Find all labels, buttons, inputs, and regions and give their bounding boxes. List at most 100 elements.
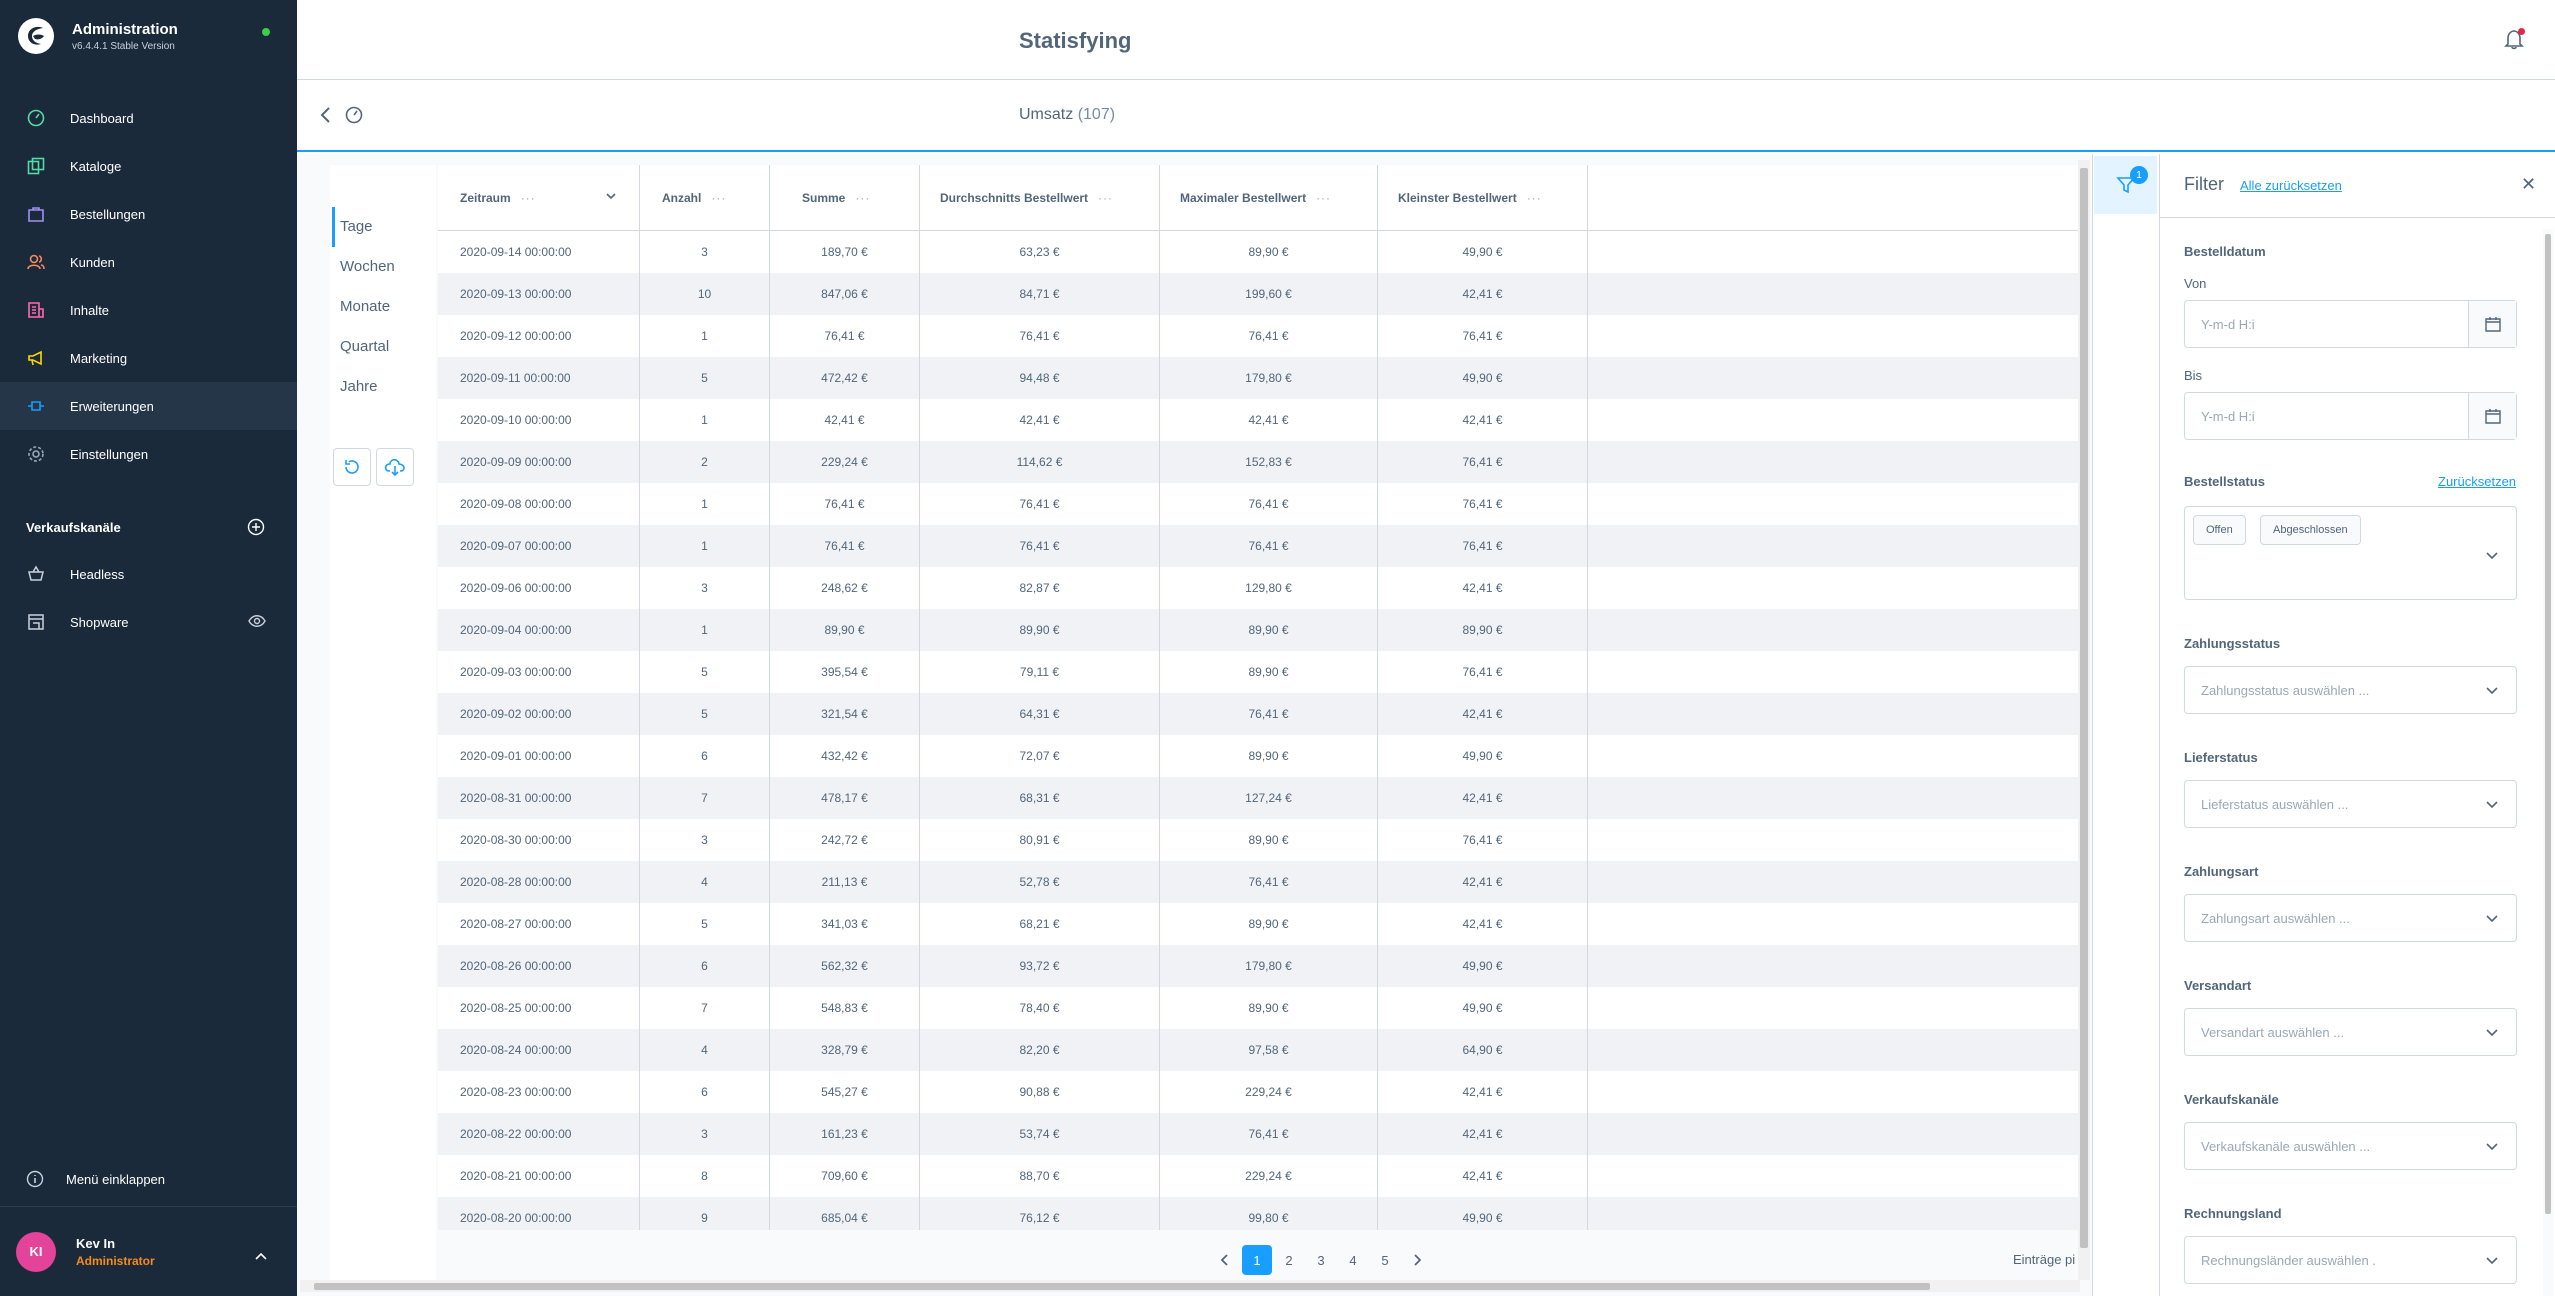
- order-status-reset-link[interactable]: Zurücksetzen: [2438, 474, 2516, 489]
- user-name: Kev In: [76, 1235, 116, 1251]
- table-cell: 432,42 €: [770, 735, 920, 777]
- table-row[interactable]: 2020-08-31 00:00:00 7 478,17 €68,31 €127,2…: [438, 777, 2078, 819]
- column-header-durchschnitt[interactable]: Durchschnitts Bestellwert ···: [920, 165, 1160, 231]
- table-row[interactable]: 2020-08-28 00:00:00 4 211,13 €52,78 €76,41…: [438, 861, 2078, 903]
- add-sales-channel-icon[interactable]: [247, 518, 265, 536]
- table-row[interactable]: 2020-09-11 00:00:00 5 472,42 €94,48 €179,8…: [438, 357, 2078, 399]
- table-row[interactable]: 2020-09-04 00:00:00 1 89,90 €89,90 €89,90 …: [438, 609, 2078, 651]
- table-cell: 161,23 €: [770, 1113, 920, 1155]
- status-chip-offen[interactable]: Offen: [2193, 515, 2246, 545]
- page-1[interactable]: 1: [1242, 1245, 1272, 1275]
- column-header-anzahl[interactable]: Anzahl ···: [640, 165, 770, 231]
- nav-item-erweiterungen[interactable]: Erweiterungen: [0, 382, 297, 430]
- table-row[interactable]: 2020-08-23 00:00:00 6 545,27 €90,88 €229,2…: [438, 1071, 2078, 1113]
- calendar-icon[interactable]: [2468, 393, 2516, 439]
- column-settings-icon[interactable]: ···: [855, 191, 870, 205]
- previous-page-icon[interactable]: [1210, 1245, 1240, 1275]
- download-button[interactable]: [376, 448, 414, 486]
- page-4[interactable]: 4: [1338, 1245, 1368, 1275]
- user-menu[interactable]: KI Kev In Administrator: [0, 1206, 297, 1296]
- filter-panel-scroll-thumb[interactable]: [2545, 234, 2551, 1214]
- order-status-multiselect[interactable]: Offen Abgeschlossen: [2184, 506, 2517, 600]
- sales-channels-select[interactable]: Verkaufskanäle auswählen ...: [2184, 1122, 2517, 1170]
- column-settings-icon[interactable]: ···: [1098, 191, 1113, 205]
- column-settings-icon[interactable]: ···: [521, 191, 536, 205]
- billing-country-select[interactable]: Rechnungsländer auswählen .: [2184, 1236, 2517, 1284]
- refresh-button[interactable]: [333, 448, 371, 486]
- nav-item-bestellungen[interactable]: Bestellungen: [0, 190, 297, 238]
- table-row[interactable]: 2020-08-26 00:00:00 6 562,32 €93,72 €179,8…: [438, 945, 2078, 987]
- column-header-summe[interactable]: Summe ···: [770, 165, 920, 231]
- shopware-logo-icon[interactable]: [18, 18, 54, 54]
- grid-vertical-scroll-thumb[interactable]: [2080, 168, 2088, 1248]
- table-row[interactable]: 2020-08-30 00:00:00 3 242,72 €80,91 €89,90…: [438, 819, 2078, 861]
- table-row[interactable]: 2020-09-13 00:00:00 10 847,06 €84,71 €199,…: [438, 273, 2078, 315]
- nav-item-dashboard[interactable]: Dashboard: [0, 94, 297, 142]
- next-page-icon[interactable]: [1402, 1245, 1432, 1275]
- sales-channel-shopware[interactable]: Shopware: [26, 610, 129, 634]
- page-3[interactable]: 3: [1306, 1245, 1336, 1275]
- filter-toggle-button[interactable]: [2094, 156, 2157, 214]
- nav-item-inhalte[interactable]: Inhalte: [0, 286, 297, 334]
- order-date-to-input[interactable]: Y-m-d H:i: [2184, 392, 2517, 440]
- nav-item-einstellungen[interactable]: Einstellungen: [0, 430, 297, 478]
- sort-chevron-icon[interactable]: [606, 193, 616, 200]
- column-settings-icon[interactable]: ···: [1316, 191, 1331, 205]
- back-arrow-icon[interactable]: [319, 106, 331, 129]
- table-row[interactable]: 2020-09-02 00:00:00 5 321,54 €64,31 €76,41…: [438, 693, 2078, 735]
- column-settings-icon[interactable]: ···: [711, 191, 726, 205]
- grid-horizontal-scroll-thumb[interactable]: [314, 1283, 1930, 1290]
- page-5[interactable]: 5: [1370, 1245, 1400, 1275]
- table-row[interactable]: 2020-09-03 00:00:00 5 395,54 €79,11 €89,90…: [438, 651, 2078, 693]
- calendar-icon[interactable]: [2468, 301, 2516, 347]
- range-quartal[interactable]: Quartal: [340, 338, 389, 355]
- chevron-up-icon[interactable]: [255, 1247, 267, 1265]
- column-header-maximal[interactable]: Maximaler Bestellwert ···: [1160, 165, 1378, 231]
- status-chip-abgeschlossen[interactable]: Abgeschlossen: [2260, 515, 2361, 545]
- table-row[interactable]: 2020-08-27 00:00:00 5 341,03 €68,21 €89,90…: [438, 903, 2078, 945]
- table-cell: 49,90 €: [1378, 987, 1588, 1029]
- page-2[interactable]: 2: [1274, 1245, 1304, 1275]
- column-header-zeitraum[interactable]: Zeitraum ···: [438, 165, 640, 231]
- table-row[interactable]: 2020-09-08 00:00:00 1 76,41 €76,41 €76,41 …: [438, 483, 2078, 525]
- table-row[interactable]: 2020-08-24 00:00:00 4 328,79 €82,20 €97,58…: [438, 1029, 2078, 1071]
- column-header-kleinster[interactable]: Kleinster Bestellwert ···: [1378, 165, 1588, 231]
- collapse-menu-button[interactable]: Menü einklappen: [26, 1170, 165, 1188]
- range-jahre[interactable]: Jahre: [340, 378, 378, 395]
- table-cell: 84,71 €: [920, 273, 1160, 315]
- nav-item-kunden[interactable]: Kunden: [0, 238, 297, 286]
- delivery-status-select[interactable]: Lieferstatus auswählen ...: [2184, 780, 2517, 828]
- table-row[interactable]: 2020-09-09 00:00:00 2 229,24 €114,62 €152,…: [438, 441, 2078, 483]
- shipping-method-select[interactable]: Versandart auswählen ...: [2184, 1008, 2517, 1056]
- table-row[interactable]: 2020-08-25 00:00:00 7 548,83 €78,40 €89,90…: [438, 987, 2078, 1029]
- sales-channel-headless[interactable]: Headless: [26, 562, 124, 586]
- chevron-down-icon[interactable]: [2486, 547, 2498, 565]
- eye-icon[interactable]: [248, 614, 266, 633]
- column-settings-icon[interactable]: ···: [1527, 191, 1542, 205]
- table-row[interactable]: 2020-09-12 00:00:00 1 76,41 €76,41 €76,41 …: [438, 315, 2078, 357]
- notification-dot: [2518, 28, 2525, 35]
- nav-item-marketing[interactable]: Marketing: [0, 334, 297, 382]
- table-row[interactable]: 2020-08-21 00:00:00 8 709,60 €88,70 €229,2…: [438, 1155, 2078, 1197]
- collapse-menu-label: Menü einklappen: [66, 1171, 166, 1187]
- table-cell: 229,24 €: [770, 441, 920, 483]
- reset-all-filters-link[interactable]: Alle zurücksetzen: [2240, 178, 2342, 193]
- payment-status-select[interactable]: Zahlungsstatus auswählen ...: [2184, 666, 2517, 714]
- table-row[interactable]: 2020-08-22 00:00:00 3 161,23 €53,74 €76,41…: [438, 1113, 2078, 1155]
- table-row[interactable]: 2020-09-07 00:00:00 1 76,41 €76,41 €76,41 …: [438, 525, 2078, 567]
- table-row[interactable]: 2020-09-10 00:00:00 1 42,41 €42,41 €42,41 …: [438, 399, 2078, 441]
- table-row[interactable]: 2020-09-14 00:00:00 3 189,70 €63,23 €89,90…: [438, 231, 2078, 273]
- table-row[interactable]: 2020-08-20 00:00:00 9 685,04 €76,12 €99,80…: [438, 1197, 2078, 1230]
- payment-method-select[interactable]: Zahlungsart auswählen ...: [2184, 894, 2517, 942]
- nav-item-kataloge[interactable]: Kataloge: [0, 142, 297, 190]
- range-wochen[interactable]: Wochen: [340, 258, 395, 275]
- order-date-from-input[interactable]: Y-m-d H:i: [2184, 300, 2517, 348]
- table-cell: 2020-08-28 00:00:00: [438, 861, 640, 903]
- table-row[interactable]: 2020-09-01 00:00:00 6 432,42 €72,07 €89,90…: [438, 735, 2078, 777]
- range-tage[interactable]: Tage: [340, 218, 373, 235]
- close-icon[interactable]: ✕: [2521, 174, 2536, 195]
- range-monate[interactable]: Monate: [340, 298, 390, 315]
- column-label: Summe: [802, 191, 846, 205]
- table-cell: 4: [640, 861, 770, 903]
- table-row[interactable]: 2020-09-06 00:00:00 3 248,62 €82,87 €129,8…: [438, 567, 2078, 609]
